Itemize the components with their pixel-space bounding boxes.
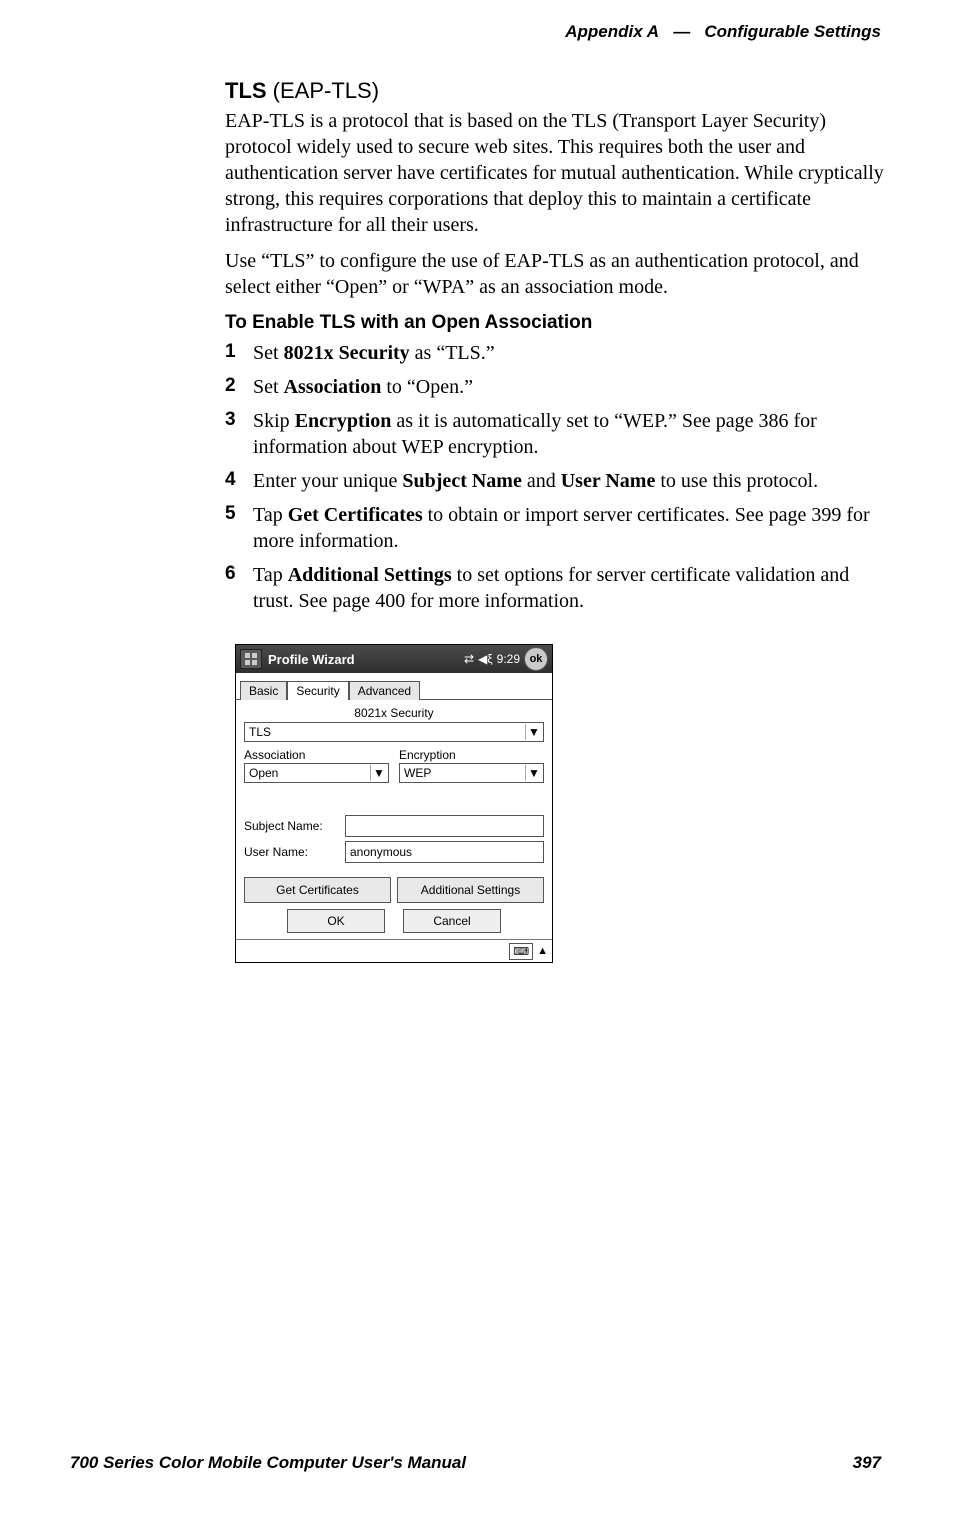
encryption-dropdown[interactable]: ▼ xyxy=(399,763,544,783)
step-4: Enter your unique Subject Name and User … xyxy=(225,468,885,494)
association-dropdown[interactable]: ▼ xyxy=(244,763,389,783)
step-5: Tap Get Certificates to obtain or import… xyxy=(225,502,885,554)
security-dropdown-value[interactable] xyxy=(244,722,544,742)
ok-button[interactable]: OK xyxy=(287,909,385,933)
device-titlebar: Profile Wizard ⇄ ◀ξ 9:29 ok xyxy=(236,645,552,673)
header-sep: — xyxy=(673,22,690,41)
step-3: Skip Encryption as it is automatically s… xyxy=(225,408,885,460)
device-screenshot: Profile Wizard ⇄ ◀ξ 9:29 ok Basic Securi… xyxy=(235,644,553,963)
device-tray: ⇄ ◀ξ 9:29 ok xyxy=(464,647,548,671)
section-heading-bold: TLS xyxy=(225,78,267,103)
encryption-label: Encryption xyxy=(399,748,544,762)
sub-heading: To Enable TLS with an Open Association xyxy=(225,312,885,334)
connectivity-icon[interactable]: ⇄ xyxy=(464,652,474,666)
security-label: 8021x Security xyxy=(244,706,544,720)
subject-name-label: Subject Name: xyxy=(244,819,339,833)
footer-manual-title: 700 Series Color Mobile Computer User's … xyxy=(70,1453,466,1473)
section-para-1: EAP-TLS is a protocol that is based on t… xyxy=(225,108,885,238)
running-header: Appendix A — Configurable Settings xyxy=(565,22,881,42)
user-name-label: User Name: xyxy=(244,845,339,859)
step-2: Set Association to “Open.” xyxy=(225,374,885,400)
section-heading-rest: (EAP-TLS) xyxy=(267,78,379,103)
security-dropdown[interactable]: ▼ xyxy=(244,722,544,742)
encryption-value[interactable] xyxy=(399,763,544,783)
section-heading: TLS (EAP-TLS) xyxy=(225,78,885,104)
section-para-2: Use “TLS” to configure the use of EAP-TL… xyxy=(225,248,885,300)
volume-icon[interactable]: ◀ξ xyxy=(478,652,493,666)
windows-flag-icon[interactable] xyxy=(240,649,262,669)
get-certificates-button[interactable]: Get Certificates xyxy=(244,877,391,903)
sip-up-icon[interactable]: ▲ xyxy=(537,945,548,957)
step-6: Tap Additional Settings to set options f… xyxy=(225,562,885,614)
header-title: Configurable Settings xyxy=(704,22,881,41)
additional-settings-button[interactable]: Additional Settings xyxy=(397,877,544,903)
tab-strip: Basic Security Advanced xyxy=(236,673,552,700)
user-name-input[interactable] xyxy=(345,841,544,863)
association-value[interactable] xyxy=(244,763,389,783)
footer-page-number: 397 xyxy=(853,1453,881,1473)
system-bar: ⌨ ▲ xyxy=(236,939,552,962)
security-panel: 8021x Security ▼ Association ▼ Encryptio… xyxy=(236,700,552,933)
cancel-button[interactable]: Cancel xyxy=(403,909,501,933)
tab-basic[interactable]: Basic xyxy=(240,681,287,700)
titlebar-ok-button[interactable]: ok xyxy=(524,647,548,671)
subject-name-input[interactable] xyxy=(345,815,544,837)
clock[interactable]: 9:29 xyxy=(497,652,520,666)
tab-security[interactable]: Security xyxy=(287,681,348,700)
step-1: Set 8021x Security as “TLS.” xyxy=(225,340,885,366)
device-title: Profile Wizard xyxy=(268,652,458,667)
steps-list: Set 8021x Security as “TLS.” Set Associa… xyxy=(225,340,885,614)
header-appendix: Appendix A xyxy=(565,22,659,41)
association-label: Association xyxy=(244,748,389,762)
tab-advanced[interactable]: Advanced xyxy=(349,681,420,700)
keyboard-icon[interactable]: ⌨ xyxy=(509,943,533,960)
